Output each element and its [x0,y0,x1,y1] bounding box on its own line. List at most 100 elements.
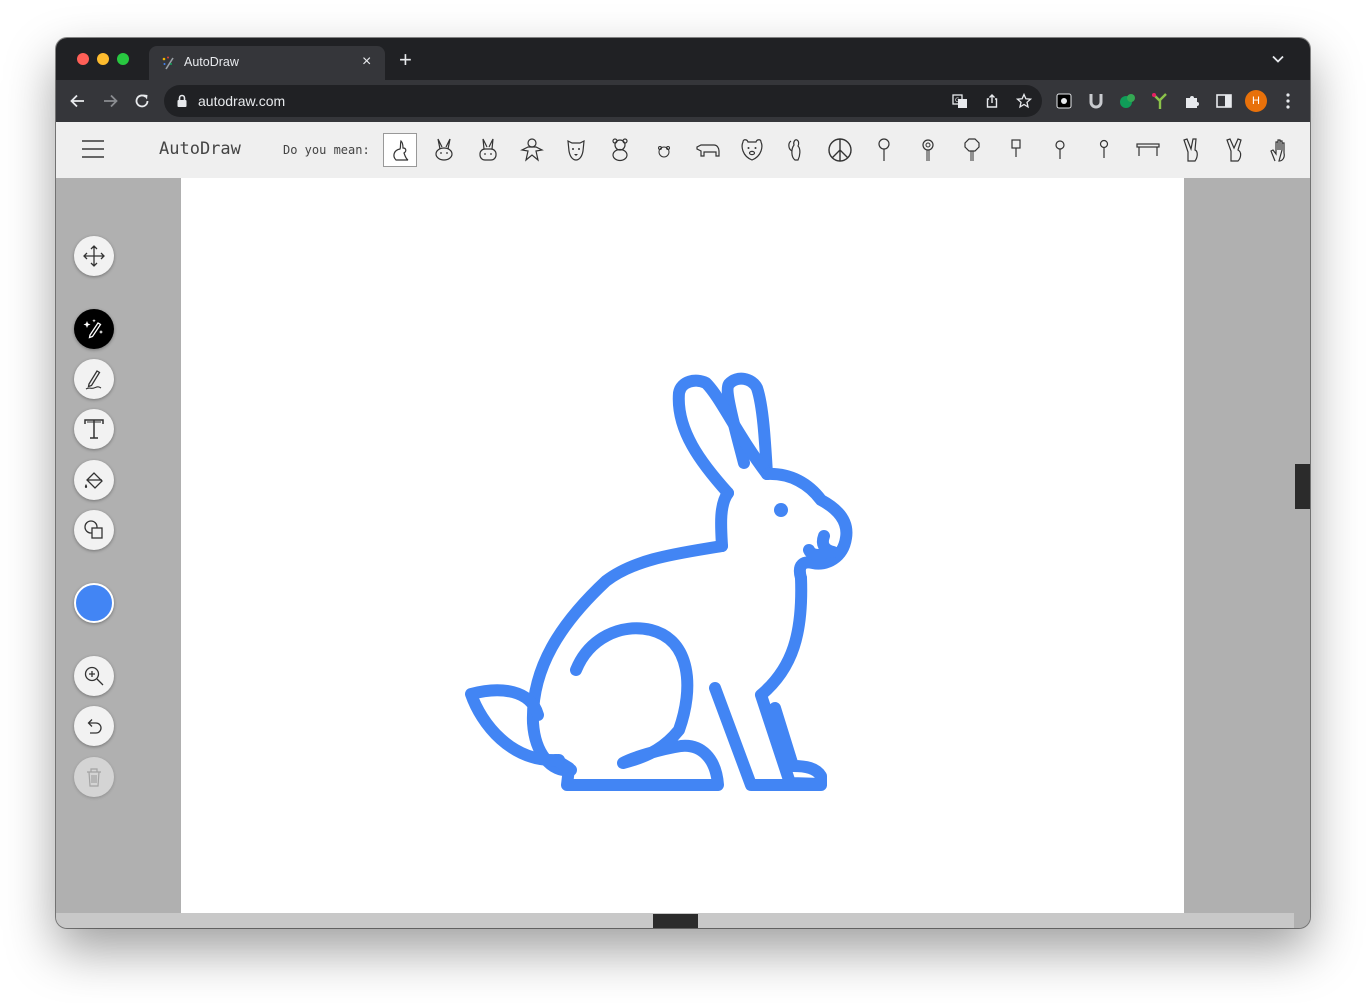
vertical-scroll-thumb[interactable] [1295,464,1310,509]
squirrel-icon [788,139,801,161]
extension-u-icon[interactable] [1086,91,1106,111]
extension-leaf-icon[interactable] [1118,91,1138,111]
svg-text:G: G [955,97,960,104]
bear-walking-icon [696,144,720,157]
suggestion-table[interactable] [1131,133,1165,167]
table-icon [1136,143,1160,156]
shapes-icon [84,520,103,539]
bunny-face-2-icon [479,138,497,161]
reload-icon[interactable] [132,91,152,111]
dog-face-icon [567,139,585,161]
extension-tree-icon[interactable] [1150,91,1170,111]
tab-autodraw[interactable]: AutoDraw × [149,46,385,80]
bookmark-star-icon[interactable] [1016,93,1032,109]
suggestion-pin[interactable] [1043,133,1077,167]
suggestion-bear-small[interactable] [647,133,681,167]
browser-window: AutoDraw × + autodraw.com G H AutoDraw D… [56,38,1310,928]
profile-avatar[interactable]: H [1245,90,1267,112]
suggestions-label: Do you mean: [283,143,370,157]
close-window-button[interactable] [77,53,89,65]
app-bar: AutoDraw Do you mean: [56,122,1310,178]
minimize-window-button[interactable] [97,53,109,65]
extension-square-icon[interactable] [1054,91,1074,111]
sign-icon [922,139,934,161]
peace-sign-icon [828,138,852,162]
suggestion-stop-sign[interactable] [955,133,989,167]
address-bar[interactable]: autodraw.com G [164,85,1042,117]
back-arrow-icon[interactable] [68,91,88,111]
suggestion-peace-hand-2[interactable] [1219,133,1253,167]
suggestion-teddy-bear[interactable] [603,133,637,167]
horizontal-scroll-thumb[interactable] [653,914,698,928]
suggestion-peace-sign[interactable] [823,133,857,167]
suggestion-squirrel[interactable] [779,133,813,167]
autodraw-favicon-icon [162,56,174,70]
new-tab-button[interactable]: + [399,49,412,71]
suggestion-hand[interactable] [1263,133,1297,167]
suggestion-bunny-face-2[interactable] [471,133,505,167]
undo-icon [87,719,102,734]
suggestion-sign[interactable] [911,133,945,167]
bear-face-icon [741,139,763,161]
stop-sign-icon [964,138,980,161]
suggestion-bear-walking[interactable] [691,133,725,167]
workspace [56,178,1310,928]
move-arrows-icon [83,245,105,267]
zoom-tool-button[interactable] [74,656,114,696]
rabbit-drawing [465,372,853,791]
autodraw-magic-pencil-icon [83,319,103,339]
tab-title: AutoDraw [184,55,239,69]
suggestion-signpost[interactable] [999,133,1033,167]
pin-2-icon [1099,139,1109,158]
signpost-icon [1011,139,1021,157]
browser-toolbar: autodraw.com G H [56,80,1310,122]
suggestion-pin-2[interactable] [1087,133,1121,167]
color-picker-button[interactable] [74,583,114,623]
hamburger-menu-icon[interactable] [82,140,104,158]
zoom-window-button[interactable] [117,53,129,65]
tab-strip: AutoDraw × + [56,38,1310,80]
undo-button[interactable] [74,706,114,746]
move-tool-button[interactable] [74,236,114,276]
text-t-icon [84,419,104,439]
shape-tool-button[interactable] [74,510,114,550]
browser-menu-icon[interactable] [1278,91,1298,111]
hand-icon [1270,139,1285,162]
forward-arrow-icon[interactable] [100,91,120,111]
extensions-puzzle-icon[interactable] [1182,91,1202,111]
teddy-bear-icon [612,138,628,162]
suggestion-gingerbread[interactable] [515,133,549,167]
translate-icon[interactable]: G [952,93,968,109]
fill-tool-button[interactable] [74,460,114,500]
autodraw-tool-button[interactable] [74,309,114,349]
type-tool-button[interactable] [74,409,114,449]
lollipop-icon [878,138,890,161]
delete-button[interactable] [74,757,114,797]
tab-search-chevron-icon[interactable] [1271,52,1285,66]
drawing-canvas[interactable] [181,178,1184,913]
share-icon[interactable] [984,93,1000,109]
zoom-in-icon [84,666,104,686]
lock-icon[interactable] [176,94,188,108]
pin-icon [1055,140,1065,159]
suggestion-dog-face[interactable] [559,133,593,167]
side-panel-icon[interactable] [1214,91,1234,111]
horizontal-scrollbar[interactable] [56,913,1294,928]
peace-hand-2-icon [1226,138,1242,162]
suggestion-peace-hand[interactable] [1175,133,1209,167]
suggestion-rabbit[interactable] [383,133,417,167]
suggestion-bear-face[interactable] [735,133,769,167]
trash-icon [87,768,101,787]
bear-small-icon [658,146,670,158]
rabbit-sitting-icon [393,139,409,161]
pencil-icon [85,370,102,390]
peace-hand-icon [1183,138,1198,162]
suggestion-lollipop[interactable] [867,133,901,167]
suggestion-bunny-face[interactable] [427,133,461,167]
url-text: autodraw.com [198,93,286,109]
bunny-face-icon [435,138,453,161]
draw-tool-button[interactable] [74,359,114,399]
tab-close-button[interactable]: × [362,53,371,71]
paint-bucket-icon [84,472,103,489]
gingerbread-icon [520,138,544,162]
